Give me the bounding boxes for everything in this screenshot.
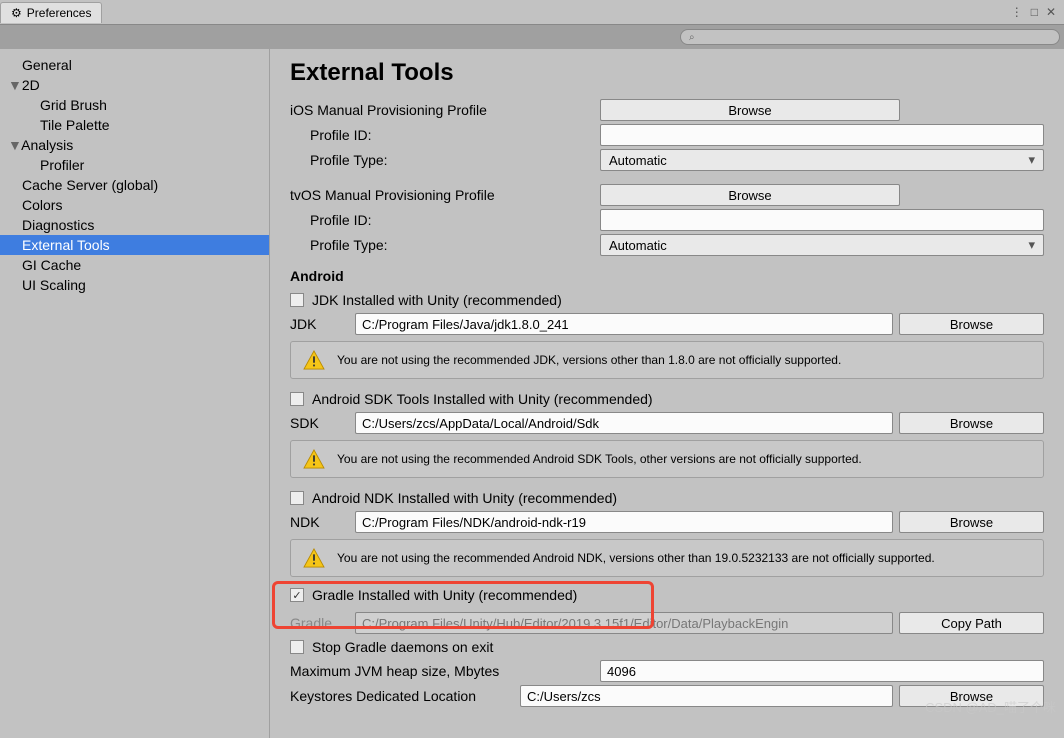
ios-browse-button[interactable]: Browse <box>600 99 900 121</box>
sidebar-item-2d[interactable]: ▼ 2D <box>0 75 269 95</box>
ndk-label: NDK <box>290 514 355 530</box>
warning-icon <box>303 350 325 370</box>
search-input[interactable]: ⌕ <box>680 29 1060 45</box>
sidebar-item-diagnostics[interactable]: Diagnostics <box>0 215 269 235</box>
ndk-checkbox[interactable] <box>290 491 304 505</box>
sdk-label: SDK <box>290 415 355 431</box>
tvos-profile-type-dropdown[interactable]: Automatic <box>600 234 1044 256</box>
sdk-path-input[interactable] <box>355 412 893 434</box>
ios-profile-type-dropdown[interactable]: Automatic <box>600 149 1044 171</box>
foldout-icon[interactable]: ▼ <box>8 77 18 93</box>
warning-icon <box>303 449 325 469</box>
warning-icon <box>303 548 325 568</box>
gradle-checkbox-label: Gradle Installed with Unity (recommended… <box>312 587 577 603</box>
sidebar-item-external-tools[interactable]: External Tools <box>0 235 269 255</box>
search-icon: ⌕ <box>689 32 695 43</box>
sidebar-item-cache-server[interactable]: Cache Server (global) <box>0 175 269 195</box>
maximize-icon[interactable]: □ <box>1031 5 1038 19</box>
android-section-title: Android <box>290 268 1044 284</box>
stop-daemons-checkbox[interactable] <box>290 640 304 654</box>
content-panel: External Tools iOS Manual Provisioning P… <box>270 49 1064 738</box>
ndk-path-input[interactable] <box>355 511 893 533</box>
sidebar-item-tile-palette[interactable]: Tile Palette <box>0 115 269 135</box>
sdk-browse-button[interactable]: Browse <box>899 412 1044 434</box>
jdk-label: JDK <box>290 316 355 332</box>
sdk-checkbox-label: Android SDK Tools Installed with Unity (… <box>312 391 653 407</box>
page-title: External Tools <box>290 59 1044 87</box>
ios-profile-type-label: Profile Type: <box>290 152 600 168</box>
jdk-path-input[interactable] <box>355 313 893 335</box>
jdk-checkbox[interactable] <box>290 293 304 307</box>
sidebar-item-analysis[interactable]: ▼ Analysis <box>0 135 269 155</box>
tvos-browse-button[interactable]: Browse <box>600 184 900 206</box>
gradle-path-input <box>355 612 893 634</box>
jdk-browse-button[interactable]: Browse <box>899 313 1044 335</box>
keystore-label: Keystores Dedicated Location <box>290 688 520 704</box>
tvos-profile-id-label: Profile ID: <box>290 212 600 228</box>
sidebar-item-profiler[interactable]: Profiler <box>0 155 269 175</box>
ndk-browse-button[interactable]: Browse <box>899 511 1044 533</box>
keystore-input[interactable] <box>520 685 893 707</box>
menu-icon[interactable]: ⋮ <box>1011 5 1023 19</box>
tvos-profile-type-label: Profile Type: <box>290 237 600 253</box>
stop-daemons-label: Stop Gradle daemons on exit <box>312 639 493 655</box>
sidebar-item-general[interactable]: General <box>0 55 269 75</box>
ndk-warning: You are not using the recommended Androi… <box>290 539 1044 577</box>
tvos-profile-id-input[interactable] <box>600 209 1044 231</box>
sidebar: General ▼ 2D Grid Brush Tile Palette ▼ A… <box>0 49 270 738</box>
jdk-checkbox-label: JDK Installed with Unity (recommended) <box>312 292 562 308</box>
heap-input[interactable] <box>600 660 1044 682</box>
ios-profile-id-input[interactable] <box>600 124 1044 146</box>
ios-profile-id-label: Profile ID: <box>290 127 600 143</box>
ndk-checkbox-label: Android NDK Installed with Unity (recomm… <box>312 490 617 506</box>
watermark: CSDN @AD_喵了个咪 <box>925 697 1056 716</box>
close-icon[interactable]: ✕ <box>1046 5 1056 19</box>
titlebar: ⚙ Preferences ⋮ □ ✕ <box>0 0 1064 25</box>
sidebar-item-ui-scaling[interactable]: UI Scaling <box>0 275 269 295</box>
preferences-tab[interactable]: ⚙ Preferences <box>0 2 102 23</box>
jdk-warning: You are not using the recommended JDK, v… <box>290 341 1044 379</box>
search-row: ⌕ <box>0 25 1064 49</box>
sidebar-item-colors[interactable]: Colors <box>0 195 269 215</box>
ios-title: iOS Manual Provisioning Profile <box>290 102 600 118</box>
heap-label: Maximum JVM heap size, Mbytes <box>290 663 600 679</box>
sdk-checkbox[interactable] <box>290 392 304 406</box>
gradle-checkbox[interactable] <box>290 588 304 602</box>
gradle-copy-path-button[interactable]: Copy Path <box>899 612 1044 634</box>
tab-title: Preferences <box>27 6 92 20</box>
sidebar-item-grid-brush[interactable]: Grid Brush <box>0 95 269 115</box>
sidebar-item-gi-cache[interactable]: GI Cache <box>0 255 269 275</box>
gear-icon: ⚙ <box>11 6 22 20</box>
foldout-icon[interactable]: ▼ <box>8 137 18 153</box>
gradle-label: Gradle <box>290 615 355 631</box>
tvos-title: tvOS Manual Provisioning Profile <box>290 187 600 203</box>
sdk-warning: You are not using the recommended Androi… <box>290 440 1044 478</box>
